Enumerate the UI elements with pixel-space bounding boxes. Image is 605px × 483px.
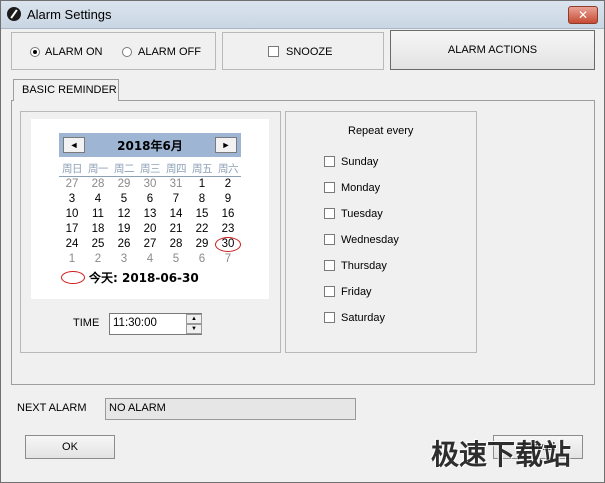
repeat-group: Repeat every Sunday Monday Tuesday Wedne… (285, 111, 477, 353)
calendar-day[interactable]: 25 (85, 238, 111, 250)
calendar-month-title: 2018年6月 (117, 139, 183, 153)
calendar-day[interactable]: 16 (215, 208, 241, 220)
calendar-day[interactable]: 8 (189, 193, 215, 205)
alarm-settings-window: Alarm Settings ✕ ALARM ON ALARM OFF SNOO… (0, 0, 605, 483)
weekday-label: 周五 (192, 163, 213, 175)
time-label: TIME (73, 317, 100, 329)
next-alarm-label: NEXT ALARM (17, 402, 87, 414)
snooze-group: SNOOZE (222, 32, 384, 70)
calendar-day[interactable]: 11 (85, 208, 111, 220)
repeat-thursday-label[interactable]: Thursday (341, 260, 387, 272)
calendar-day[interactable]: 14 (163, 208, 189, 220)
close-button[interactable]: ✕ (568, 6, 598, 24)
window-title: Alarm Settings (27, 7, 112, 22)
calendar-day[interactable]: 6 (189, 253, 215, 265)
calendar-day[interactable]: 26 (111, 238, 137, 250)
calendar-day[interactable]: 7 (215, 253, 241, 265)
repeat-wednesday-label[interactable]: Wednesday (341, 234, 399, 246)
calendar-day[interactable]: 17 (59, 223, 85, 235)
calendar-day[interactable]: 22 (189, 223, 215, 235)
alarm-on-label[interactable]: ALARM ON (45, 46, 102, 58)
calendar-day[interactable]: 1 (59, 253, 85, 265)
today-marker-icon (61, 271, 85, 284)
repeat-wednesday-checkbox[interactable] (324, 234, 335, 245)
weekday-divider (59, 176, 241, 177)
weekday-label: 周六 (218, 163, 239, 175)
alarm-on-radio[interactable] (30, 47, 40, 57)
calendar-day[interactable]: 31 (163, 178, 189, 190)
calendar-header: 2018年6月 ◄ ► (59, 133, 241, 157)
calendar-day[interactable]: 12 (111, 208, 137, 220)
ok-button[interactable]: OK (25, 435, 115, 459)
snooze-label[interactable]: SNOOZE (286, 46, 332, 58)
prev-month-button[interactable]: ◄ (63, 137, 85, 153)
today-label[interactable]: 今天: 2018-06-30 (89, 269, 199, 286)
calendar-day[interactable]: 9 (215, 193, 241, 205)
repeat-friday-checkbox[interactable] (324, 286, 335, 297)
calendar-day[interactable]: 2 (215, 178, 241, 190)
calendar-day[interactable]: 1 (189, 178, 215, 190)
calendar-day[interactable]: 29 (111, 178, 137, 190)
weekday-header-row: 周日 周一 周二 周三 周四 周五 周六 (59, 161, 241, 175)
repeat-friday-label[interactable]: Friday (341, 286, 372, 298)
repeat-sunday-label[interactable]: Sunday (341, 156, 378, 168)
alarm-off-radio[interactable] (122, 47, 132, 57)
calendar-day[interactable]: 19 (111, 223, 137, 235)
calendar-day[interactable]: 24 (59, 238, 85, 250)
calendar-day[interactable]: 5 (163, 253, 189, 265)
calendar-day[interactable]: 29 (189, 238, 215, 250)
calendar-day[interactable]: 5 (111, 193, 137, 205)
title-bar: Alarm Settings ✕ (1, 1, 604, 29)
alarm-off-label[interactable]: ALARM OFF (138, 46, 201, 58)
app-icon (7, 7, 21, 21)
alarm-actions-button[interactable]: ALARM ACTIONS (390, 30, 595, 70)
calendar-day[interactable]: 21 (163, 223, 189, 235)
time-spin-up-button[interactable]: ▲ (186, 314, 202, 324)
repeat-tuesday-checkbox[interactable] (324, 208, 335, 219)
next-month-button[interactable]: ► (215, 137, 237, 153)
time-spin-down-button[interactable]: ▼ (186, 324, 202, 334)
weekday-label: 周一 (88, 163, 109, 175)
calendar-day[interactable]: 30 (137, 178, 163, 190)
calendar-day[interactable]: 28 (85, 178, 111, 190)
calendar-day[interactable]: 3 (59, 193, 85, 205)
repeat-monday-label[interactable]: Monday (341, 182, 380, 194)
calendar-day[interactable]: 20 (137, 223, 163, 235)
calendar-day[interactable]: 10 (59, 208, 85, 220)
repeat-saturday-label[interactable]: Saturday (341, 312, 385, 324)
repeat-tuesday-label[interactable]: Tuesday (341, 208, 383, 220)
month-calendar: 2018年6月 ◄ ► 周日 周一 周二 周三 周四 周五 周六 27 28 29 3… (31, 119, 269, 299)
calendar-day[interactable]: 4 (137, 253, 163, 265)
calendar-day[interactable]: 3 (111, 253, 137, 265)
calendar-day[interactable]: 27 (59, 178, 85, 190)
next-alarm-field: NO ALARM (105, 398, 356, 420)
repeat-title: Repeat every (348, 125, 414, 137)
calendar-day[interactable]: 13 (137, 208, 163, 220)
snooze-checkbox[interactable] (268, 46, 279, 57)
calendar-day[interactable]: 23 (215, 223, 241, 235)
calendar-day[interactable]: 2 (85, 253, 111, 265)
repeat-monday-checkbox[interactable] (324, 182, 335, 193)
calendar-day[interactable]: 28 (163, 238, 189, 250)
calendar-day[interactable]: 7 (163, 193, 189, 205)
alarm-state-group: ALARM ON ALARM OFF (11, 32, 216, 70)
tab-basic-reminder[interactable]: BASIC REMINDER (13, 79, 119, 101)
selected-day-ring (215, 237, 241, 252)
repeat-saturday-checkbox[interactable] (324, 312, 335, 323)
calendar-day[interactable]: 27 (137, 238, 163, 250)
watermark-logo: 极速下载站 (431, 438, 572, 471)
repeat-sunday-checkbox[interactable] (324, 156, 335, 167)
calendar-day[interactable]: 15 (189, 208, 215, 220)
weekday-label: 周三 (140, 163, 161, 175)
calendar-day[interactable]: 18 (85, 223, 111, 235)
calendar-day[interactable]: 6 (137, 193, 163, 205)
repeat-thursday-checkbox[interactable] (324, 260, 335, 271)
weekday-label: 周四 (166, 163, 187, 175)
calendar-day[interactable]: 4 (85, 193, 111, 205)
weekday-label: 周日 (62, 163, 83, 175)
weekday-label: 周二 (114, 163, 135, 175)
